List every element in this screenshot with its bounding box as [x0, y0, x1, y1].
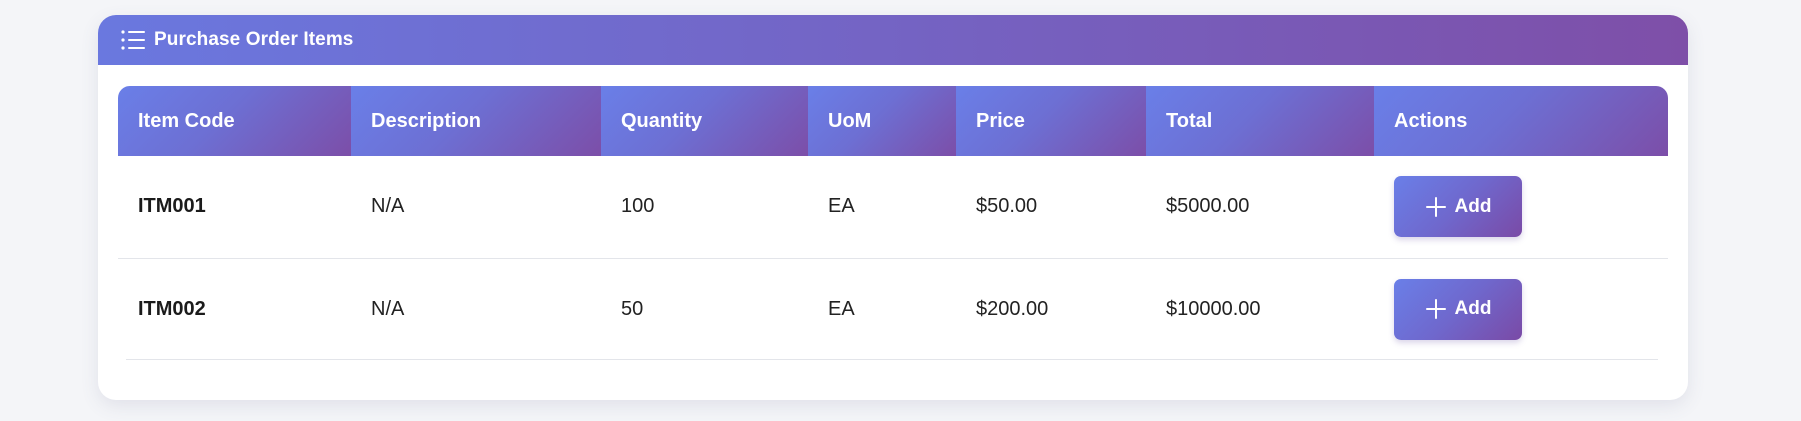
price-cell: $50.00 — [956, 156, 1146, 259]
column-header-actions: Actions — [1374, 86, 1668, 156]
plus-icon — [1425, 299, 1446, 320]
uom-cell: EA — [808, 156, 956, 259]
table-header-row: Item Code Description Quantity UoM Price… — [118, 86, 1668, 156]
column-header-price: Price — [956, 86, 1146, 156]
table-bottom-divider — [126, 359, 1658, 360]
card-header: Purchase Order Items — [98, 15, 1688, 65]
purchase-order-items-card: Purchase Order Items Item Code Descripti… — [98, 15, 1688, 400]
description-cell: N/A — [371, 297, 405, 320]
column-header-item-code: Item Code — [118, 86, 351, 156]
actions-cell: Add — [1374, 156, 1668, 259]
column-header-quantity: Quantity — [601, 86, 808, 156]
total-cell: $10000.00 — [1166, 297, 1261, 320]
quantity-cell: 100 — [601, 156, 808, 259]
column-header-uom: UoM — [808, 86, 956, 156]
description-cell: N/A — [351, 156, 601, 259]
list-icon — [121, 30, 145, 50]
add-button-label: Add — [1454, 298, 1492, 320]
total-cell: $5000.00 — [1146, 156, 1374, 259]
items-table-wrapper: Item Code Description Quantity UoM Price… — [118, 86, 1668, 360]
item-code-cell: ITM001 — [118, 156, 351, 259]
column-header-description: Description — [351, 86, 601, 156]
price-cell: $200.00 — [976, 297, 1049, 320]
uom-cell: EA — [828, 297, 855, 320]
table-row: ITM001 N/A 100 EA $50.00 $5000.00 Add — [118, 156, 1668, 259]
plus-icon — [1425, 196, 1446, 217]
card-title: Purchase Order Items — [154, 29, 354, 50]
column-header-total: Total — [1146, 86, 1374, 156]
quantity-cell: 50 — [621, 297, 644, 320]
actions-cell: Add — [1374, 258, 1668, 360]
add-button[interactable]: Add — [1394, 176, 1522, 238]
add-button-label: Add — [1454, 195, 1492, 217]
table-row: ITM002 N/A 50 EA $200.00 $10000.00 Add — [118, 258, 1668, 360]
items-table: Item Code Description Quantity UoM Price… — [118, 86, 1668, 360]
item-code-cell: ITM002 — [138, 297, 206, 320]
add-button[interactable]: Add — [1394, 278, 1522, 340]
